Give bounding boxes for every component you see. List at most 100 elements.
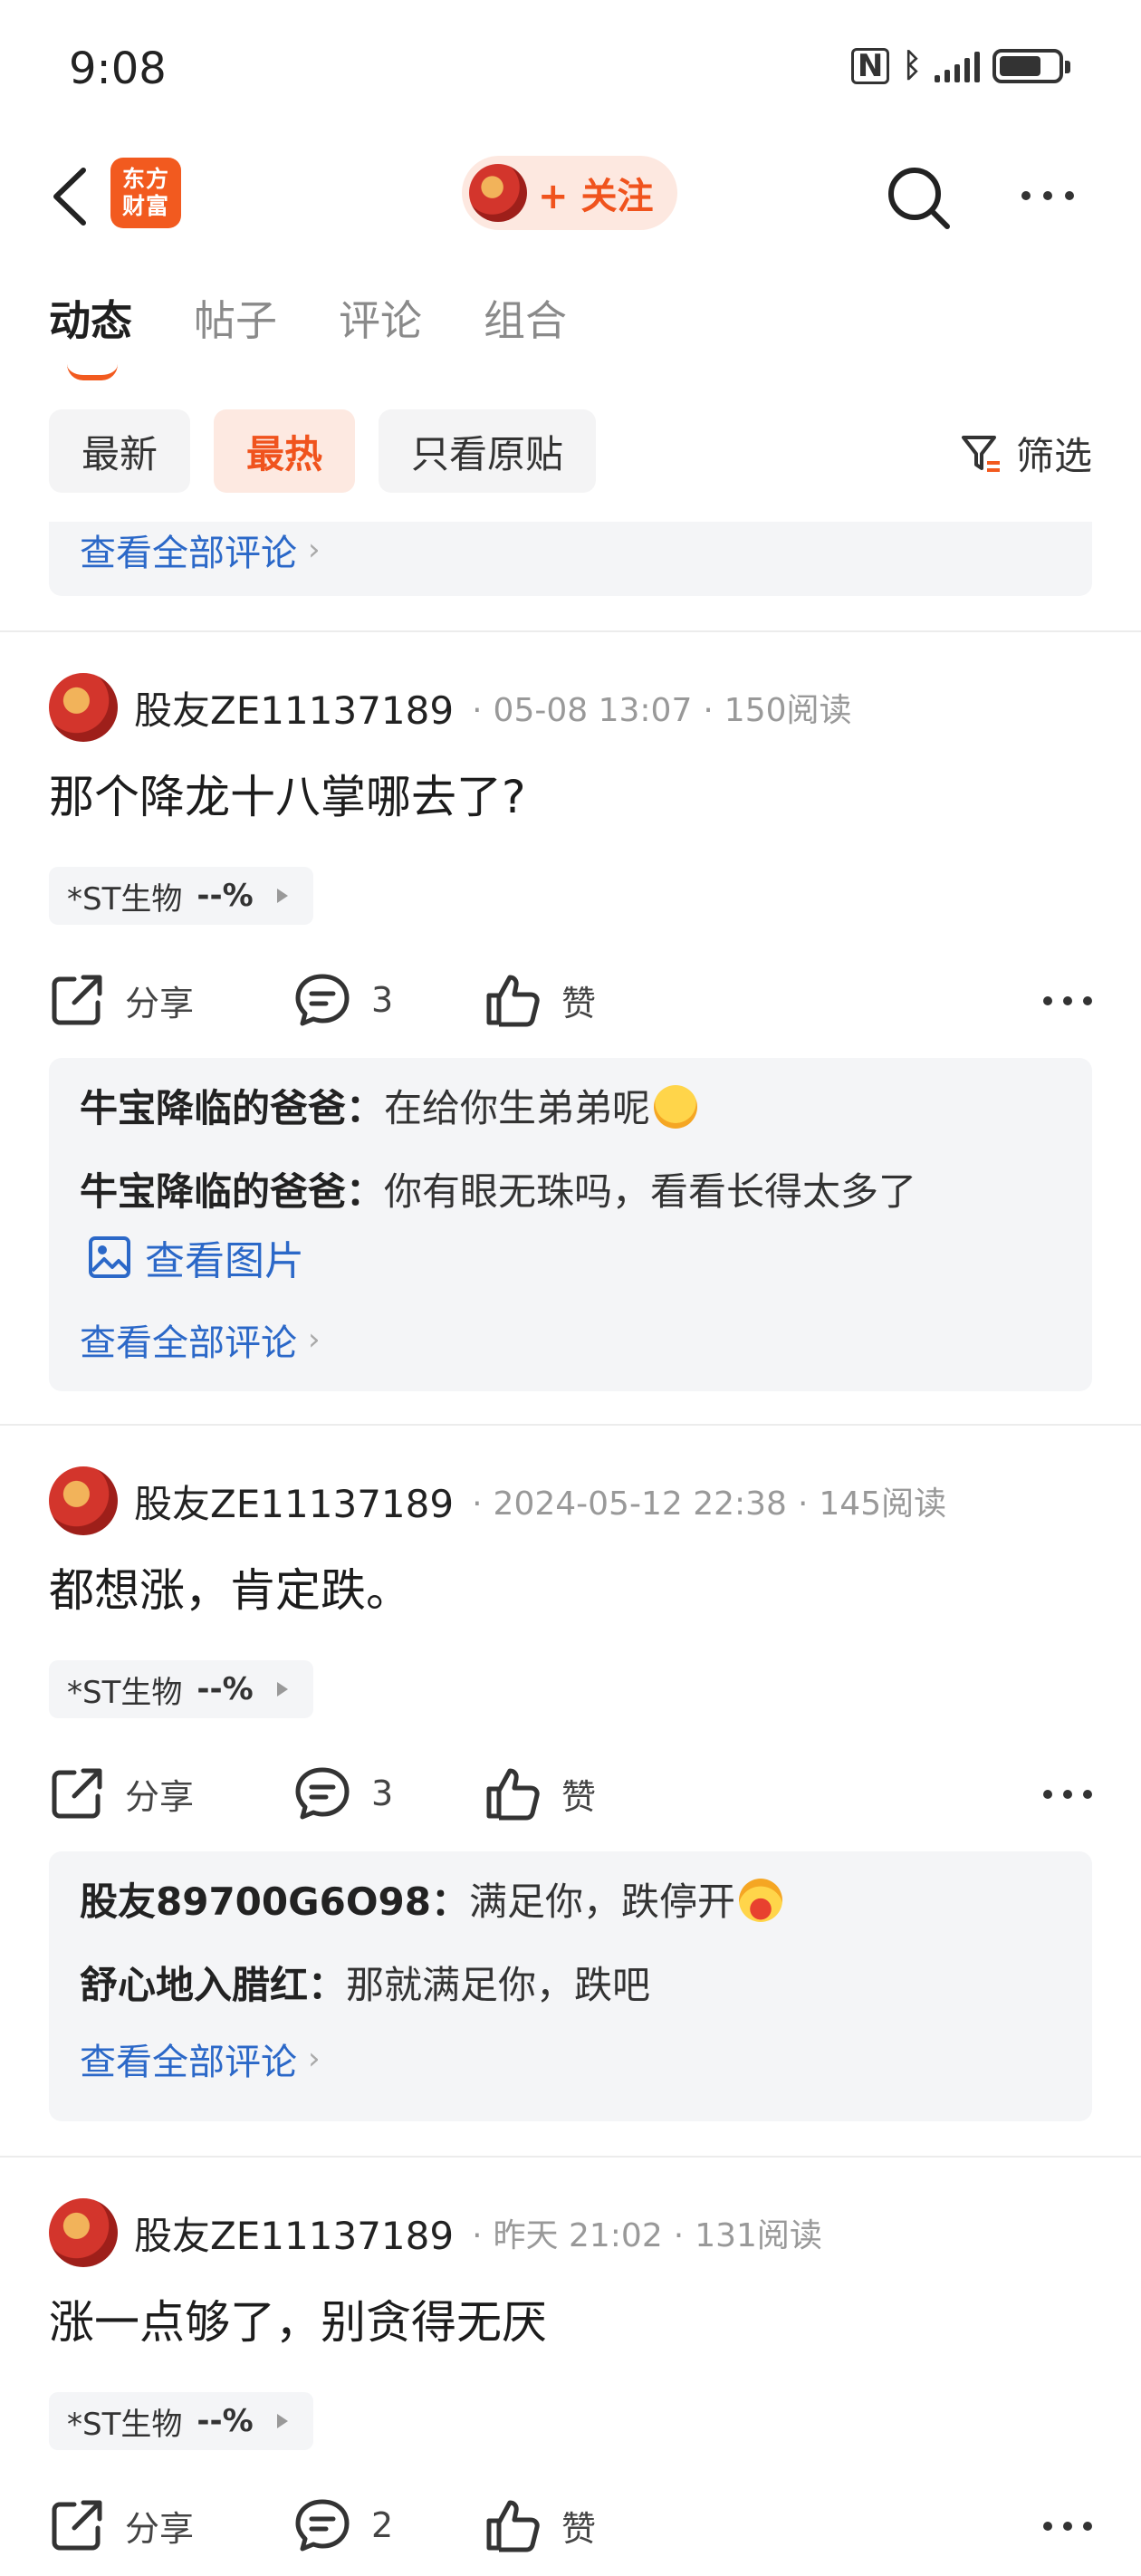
avatar[interactable] (49, 1466, 118, 1535)
post-more-icon[interactable] (1043, 2522, 1092, 2531)
stock-tag[interactable]: *ST生物 --% (49, 1660, 313, 1718)
view-all-comments-link[interactable]: 查看全部评论 › (80, 2033, 321, 2085)
filter-icon (961, 435, 1000, 472)
comment-item[interactable]: 舒心地入腊红：那就满足你，跌吧 (80, 1958, 1061, 2013)
stock-tag[interactable]: *ST生物 --% (49, 2392, 313, 2450)
post-content[interactable]: 都想涨，肯定跌。 (49, 1554, 411, 1620)
avatar (469, 164, 527, 222)
more-options-icon[interactable] (1021, 178, 1085, 214)
laughing-emoji-icon (739, 1879, 782, 1922)
post-more-icon[interactable] (1043, 996, 1092, 1005)
image-icon (89, 1236, 130, 1278)
triangle-right-icon (276, 2414, 288, 2428)
tab-posts[interactable]: 帖子 (194, 288, 277, 348)
comment-count: 2 (371, 2505, 394, 2545)
commenter-name[interactable]: 牛宝降临的爸爸 (80, 1086, 346, 1130)
post-header: 股友ZE11137189 · 昨天 21:02 · 131阅读 (49, 2197, 822, 2268)
logo-line-2: 财富 (121, 193, 169, 219)
comment-icon (295, 1767, 350, 1820)
read-count: 150阅读 (724, 692, 852, 729)
filter-original-only[interactable]: 只看原贴 (379, 409, 597, 493)
post-content[interactable]: 涨一点够了，别贪得无厌 (49, 2286, 547, 2351)
back-arrow-icon[interactable] (47, 165, 101, 228)
post-header: 股友ZE11137189 · 05-08 13:07 · 150阅读 (49, 672, 852, 743)
comment-text: 满足你，跌停开 (468, 1879, 735, 1924)
post-actions: 分享 2 赞 (49, 2489, 1092, 2562)
signal-icon (935, 50, 980, 82)
read-count: 145阅读 (819, 1485, 947, 1523)
app-logo: 东方 财富 (110, 158, 181, 228)
stock-name: *ST生物 (67, 2406, 183, 2443)
status-time: 9:08 (69, 43, 167, 94)
triangle-right-icon (276, 889, 288, 903)
post-meta: · 2024-05-12 22:38 · 145阅读 (472, 1485, 947, 1523)
divider (0, 2156, 1141, 2158)
divider (0, 1424, 1141, 1426)
commenter-name[interactable]: 股友89700G6O98 (80, 1879, 431, 1924)
view-all-comments-link[interactable]: 查看全部评论 › (80, 524, 321, 576)
like-button[interactable]: 赞 (484, 1765, 596, 1821)
filter-hottest[interactable]: 最热 (214, 409, 356, 493)
share-button[interactable]: 分享 (49, 1765, 293, 1821)
post-meta: · 05-08 13:07 · 150阅读 (472, 692, 852, 729)
view-image-link[interactable]: 查看图片 (87, 1228, 1061, 1286)
author-name[interactable]: 股友ZE11137189 (134, 1474, 454, 1529)
stock-name: *ST生物 (67, 1674, 183, 1711)
nfc-icon: N (850, 47, 890, 84)
comment-text: 那就满足你，跌吧 (346, 1963, 651, 2007)
post-header: 股友ZE11137189 · 2024-05-12 22:38 · 145阅读 (49, 1466, 946, 1536)
read-count: 131阅读 (695, 2217, 822, 2254)
comment-button[interactable]: 2 (293, 2497, 484, 2553)
filter-chips: 最新 最热 只看原贴 (49, 409, 597, 493)
author-name[interactable]: 股友ZE11137189 (134, 680, 454, 735)
avatar[interactable] (49, 2198, 118, 2267)
comment-button[interactable]: 3 (293, 972, 484, 1028)
post-date: 昨天 21:02 (493, 2217, 663, 2254)
post-content[interactable]: 那个降龙十八掌哪去了? (49, 761, 526, 826)
tab-bar: 动态 帖子 评论 组合 (49, 288, 567, 380)
share-icon (52, 975, 102, 1025)
stock-tag[interactable]: *ST生物 --% (49, 867, 313, 925)
commenter-name[interactable]: 舒心地入腊红 (80, 1963, 308, 2007)
comment-item[interactable]: 股友89700G6O98：满足你，跌停开 (80, 1875, 1061, 1929)
share-button[interactable]: 分享 (49, 2497, 293, 2553)
stock-change: --% (197, 878, 254, 914)
comment-preview: 股友89700G6O98：满足你，跌停开 舒心地入腊红：那就满足你，跌吧 查看全… (49, 1851, 1092, 2121)
screen-button[interactable]: 筛选 (960, 426, 1092, 481)
stock-change: --% (197, 2403, 254, 2439)
like-button[interactable]: 赞 (484, 2497, 596, 2553)
follow-button[interactable]: + 关注 (462, 156, 677, 230)
battery-icon (992, 48, 1070, 83)
tab-portfolio[interactable]: 组合 (484, 288, 567, 348)
filter-latest[interactable]: 最新 (49, 409, 191, 493)
status-bar: 9:08 N ᛒ (0, 0, 1141, 136)
search-icon[interactable] (884, 163, 953, 232)
thumbs-up-icon (486, 975, 540, 1027)
chevron-right-icon: › (308, 1322, 321, 1358)
prev-comments-box: 查看全部评论 › (49, 522, 1092, 596)
comment-count: 3 (371, 1773, 394, 1813)
avatar[interactable] (49, 673, 118, 742)
like-button[interactable]: 赞 (484, 972, 596, 1028)
comment-text: 在给你生弟弟呢 (384, 1086, 651, 1130)
tab-dynamic[interactable]: 动态 (49, 288, 132, 380)
commenter-name[interactable]: 牛宝降临的爸爸 (80, 1169, 346, 1214)
comment-button[interactable]: 3 (293, 1765, 484, 1821)
post-more-icon[interactable] (1043, 1790, 1092, 1799)
share-icon (52, 2500, 102, 2551)
comment-icon (295, 974, 350, 1026)
post-date: 2024-05-12 22:38 (493, 1485, 787, 1523)
tab-comments[interactable]: 评论 (339, 288, 422, 348)
thumbs-up-icon (486, 2500, 540, 2552)
post-actions: 分享 3 赞 (49, 1757, 1092, 1830)
screen-label: 筛选 (1015, 434, 1092, 478)
view-all-comments-link[interactable]: 查看全部评论 › (80, 1313, 321, 1366)
share-button[interactable]: 分享 (49, 972, 293, 1028)
comment-count: 3 (371, 980, 394, 1020)
comment-item[interactable]: 牛宝降临的爸爸：你有眼无珠吗，看看长得太多了 (80, 1165, 1061, 1219)
comment-preview: 牛宝降临的爸爸：在给你生弟弟呢 牛宝降临的爸爸：你有眼无珠吗，看看长得太多了 查… (49, 1058, 1092, 1391)
stock-change: --% (197, 1671, 254, 1707)
author-name[interactable]: 股友ZE11137189 (134, 2206, 454, 2261)
chevron-right-icon: › (308, 532, 321, 568)
comment-item[interactable]: 牛宝降临的爸爸：在给你生弟弟呢 (80, 1081, 1061, 1136)
